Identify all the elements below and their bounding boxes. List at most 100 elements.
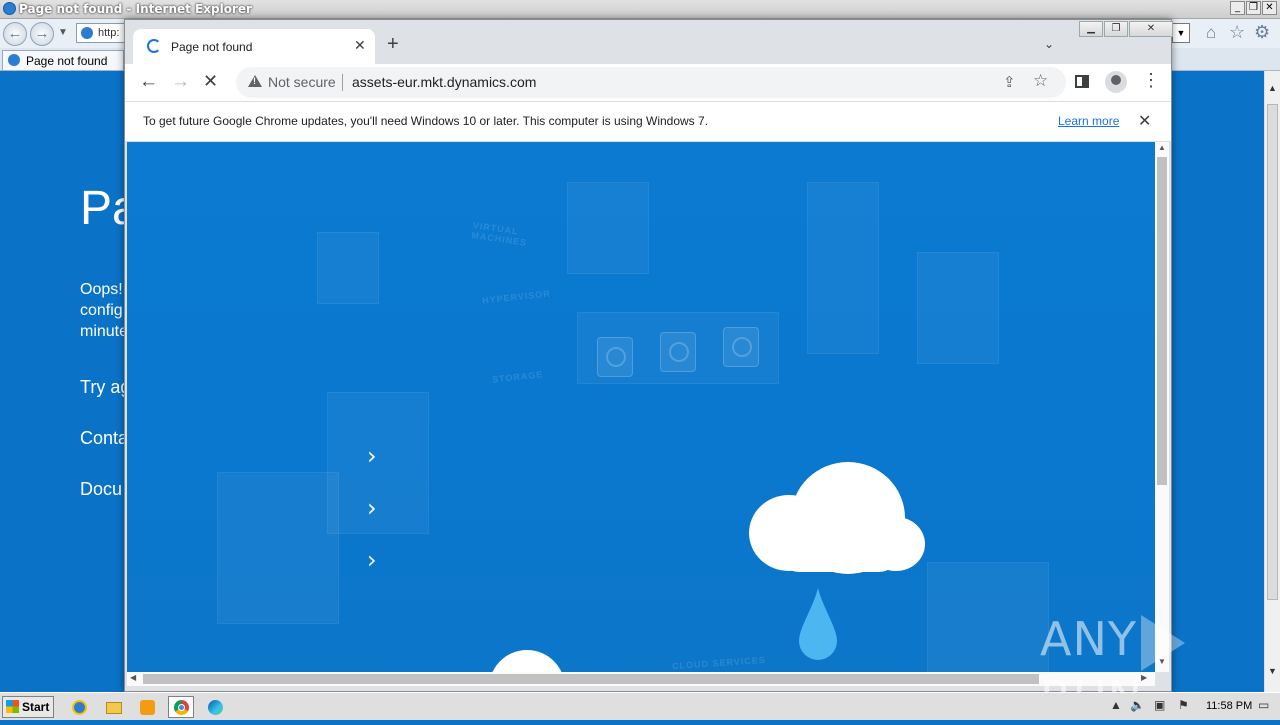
side-panel-icon[interactable] [1075,75,1089,88]
ie-docs-link[interactable]: Docu [80,479,122,500]
ie-tab-label: Page not found [26,54,108,68]
new-tab-plus-icon[interactable]: + [387,34,399,54]
chrome-window: ▁ ❐ ✕ Page not found ✕ + ⌄ ← → ✕ Not sec… [124,19,1173,692]
back-icon[interactable]: ← [139,71,158,93]
virtual-machines-label: VIRTUAL MACHINES [470,220,528,248]
folder-icon [106,702,122,714]
chevron-right-icon[interactable]: › [367,494,377,522]
chrome-restore-button[interactable]: ❐ [1104,21,1128,37]
show-desktop-icon[interactable]: ▭ [1258,698,1269,712]
water-drop-icon [799,588,837,660]
chrome-minimize-button[interactable]: ▁ [1079,21,1103,37]
page-content: VIRTUAL MACHINES HYPERVISOR STORAGE CLOU… [127,142,1155,672]
white-circle-shape [489,650,565,672]
ie-icon [3,2,16,15]
taskbar-chrome-button[interactable] [168,696,194,718]
disk-icon [660,332,696,372]
ie-tab[interactable]: Page not found [2,50,124,70]
security-label[interactable]: Not secure [268,74,336,90]
start-button[interactable]: Start [2,696,54,718]
flag-icon[interactable]: ⚑ [1178,698,1189,712]
ie-window-title: Page not found - Internet Explorer [19,2,252,16]
ie-titlebar: Page not found - Internet Explorer _ ❐ ✕ [0,0,1280,19]
background-device-ghost [217,472,339,624]
omnibox[interactable]: Not secure assets-eur.mkt.dynamics.com ⇪… [236,67,1066,98]
windows-logo-icon [6,700,19,713]
background-device-ghost [917,252,999,364]
chevron-right-icon[interactable]: › [367,442,377,470]
chrome-toolbar: ← → ✕ Not secure assets-eur.mkt.dynamics… [125,64,1171,101]
ie-contact-link[interactable]: Conta [80,428,128,449]
background-device-ghost [317,232,379,304]
clock[interactable]: 11:58 PM [1206,700,1252,712]
ie-restore-button[interactable]: ❐ [1246,1,1261,15]
hypervisor-label: HYPERVISOR [481,288,552,306]
ie-right-tools: ▼ ⌂ ☆ ⚙ [1172,22,1280,45]
url-text[interactable]: assets-eur.mkt.dynamics.com [352,74,536,90]
close-icon[interactable]: ✕ [354,37,366,54]
taskbar-explorer-button[interactable] [100,696,126,718]
warning-icon[interactable] [248,75,262,87]
disk-icon [597,337,633,377]
taskbar: Start ▲ 🔈 ▣ ⚑ 11:58 PM ▭ [0,692,1280,720]
start-label: Start [22,700,50,714]
reload-stop-icon[interactable]: ✕ [203,71,218,92]
chrome-tab[interactable]: Page not found ✕ [133,29,375,64]
star-icon[interactable]: ☆ [1033,71,1048,91]
background-device-ghost [567,182,649,274]
ie-window-controls: _ ❐ ✕ [1230,1,1277,15]
background-device-ghost [927,562,1049,672]
close-icon[interactable]: ✕ [1138,111,1151,131]
disk-icon [723,327,759,367]
ie-try-again-link[interactable]: Try ag [80,377,130,398]
chrome-horizontal-scrollbar[interactable]: ◀ ▶ [127,672,1155,686]
ie-forward-button[interactable]: → [30,22,54,46]
ie-history-dropdown-icon[interactable]: ▼ [58,27,68,38]
tools-gear-icon[interactable]: ⚙ [1254,22,1270,43]
system-tray: ▲ 🔈 ▣ ⚑ 11:58 PM ▭ [1106,696,1276,718]
chrome-vertical-scrollbar[interactable]: ▲ ▼ [1155,142,1169,672]
taskbar-media-player-button[interactable] [134,696,160,718]
ie-icon [81,27,93,39]
network-icon[interactable]: ▣ [1154,698,1165,712]
play-logo-icon [1140,614,1185,671]
chevron-down-icon[interactable]: ⌄ [1044,37,1054,51]
scrollbar-thumb[interactable] [1157,157,1167,485]
profile-icon[interactable] [1105,71,1127,93]
chrome-window-controls: ▁ ❐ ✕ [1078,21,1173,37]
kebab-menu-icon[interactable]: ⋮ [1142,71,1160,89]
ie-address-dropdown-button[interactable]: ▼ [1172,23,1190,43]
tray-expand-icon[interactable]: ▲ [1110,698,1122,712]
share-icon[interactable]: ⇪ [1003,73,1016,91]
omnibox-divider [342,74,343,91]
scroll-up-icon[interactable]: ▲ [1268,83,1277,93]
scroll-left-icon[interactable]: ◀ [130,673,136,682]
background-device-ghost [327,392,429,534]
home-icon[interactable]: ⌂ [1206,23,1216,43]
scrollbar-thumb[interactable] [143,674,1039,684]
update-infobar: To get future Google Chrome updates, you… [125,101,1171,142]
chrome-close-button[interactable]: ✕ [1129,21,1173,37]
scrollbar-thumb[interactable] [1267,104,1278,600]
chrome-tab-title: Page not found [171,40,253,54]
forward-icon[interactable]: → [171,71,190,93]
edge-icon [208,700,223,715]
cloud-icon [749,462,927,574]
cloud-services-label: CLOUD SERVICES [671,654,767,672]
taskbar-edge-button[interactable] [202,696,228,718]
ie-minimize-button[interactable]: _ [1230,1,1245,15]
ie-back-button[interactable]: ← [3,22,27,46]
scroll-up-icon[interactable]: ▲ [1158,143,1166,152]
chrome-icon [174,700,189,715]
learn-more-link[interactable]: Learn more [1058,114,1119,128]
chevron-right-icon[interactable]: › [367,546,377,574]
ie-vertical-scrollbar[interactable]: ▲ ▼ [1264,71,1280,692]
storage-label: STORAGE [491,369,544,385]
favorites-icon[interactable]: ☆ [1229,22,1245,43]
taskbar-ie-button[interactable] [66,696,92,718]
ie-close-button[interactable]: ✕ [1262,1,1277,15]
volume-icon[interactable]: 🔈 [1130,698,1145,712]
media-player-icon [140,700,155,715]
infobar-message: To get future Google Chrome updates, you… [143,114,709,128]
ie-icon [72,700,87,715]
